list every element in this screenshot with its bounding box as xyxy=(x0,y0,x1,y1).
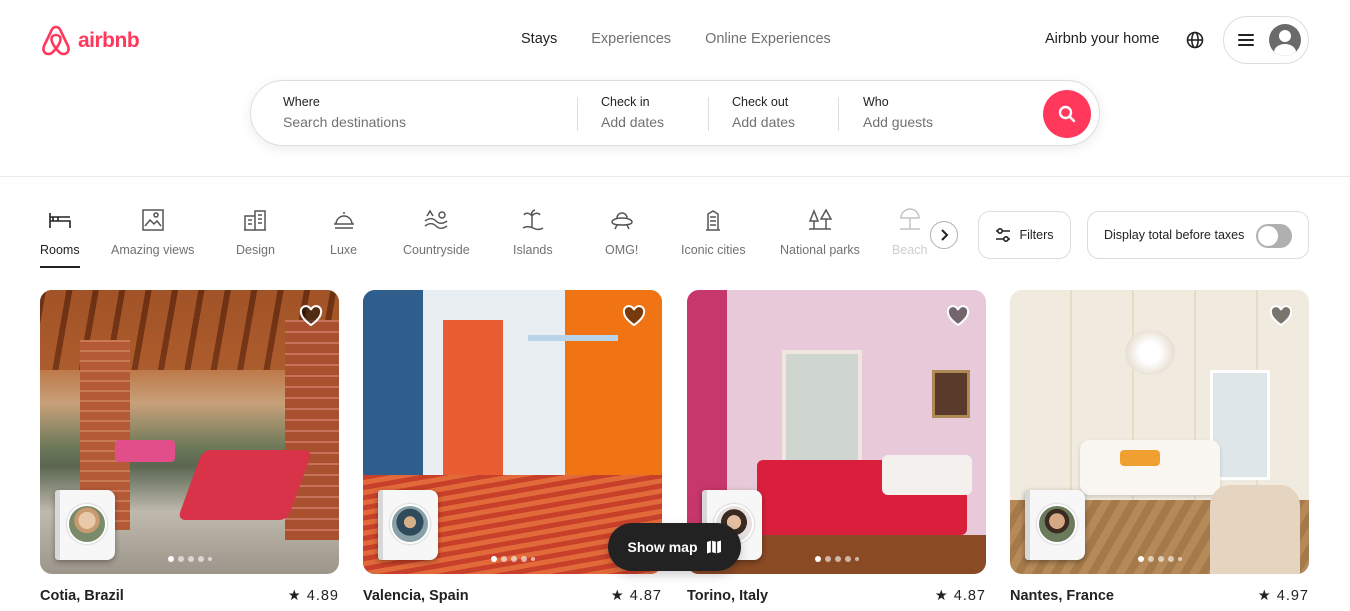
check-in-field[interactable]: Check in Add dates xyxy=(601,95,664,130)
listing-rating: ★ 4.97 xyxy=(1257,588,1309,604)
display-total-label: Display total before taxes xyxy=(1104,228,1245,242)
host-avatar xyxy=(67,504,107,544)
bed-icon xyxy=(48,213,71,228)
category-omg[interactable]: OMG! xyxy=(605,207,638,257)
photo-pagination-dots xyxy=(167,556,212,562)
category-next-button[interactable] xyxy=(930,221,958,249)
search-divider xyxy=(577,97,578,131)
category-label: Rooms xyxy=(40,243,80,257)
photo-pagination-dots xyxy=(490,556,535,562)
check-out-placeholder: Add dates xyxy=(732,114,796,130)
heart-icon[interactable] xyxy=(1269,305,1293,327)
listing-photo[interactable] xyxy=(1010,290,1309,574)
menu-icon xyxy=(1238,34,1254,46)
search-button[interactable] xyxy=(1043,90,1091,138)
host-card xyxy=(55,490,115,560)
category-iconic-cities[interactable]: Iconic cities xyxy=(681,207,746,257)
category-label: Iconic cities xyxy=(681,243,746,257)
check-in-label: Check in xyxy=(601,95,650,109)
nav-online-experiences[interactable]: Online Experiences xyxy=(705,31,831,47)
field-icon xyxy=(424,209,448,229)
listing-location: Torino, Italy xyxy=(687,588,769,604)
heart-icon[interactable] xyxy=(299,305,323,327)
check-out-field[interactable]: Check out Add dates xyxy=(732,95,795,130)
category-design[interactable]: Design xyxy=(236,207,275,257)
heart-icon[interactable] xyxy=(622,305,646,327)
category-label: National parks xyxy=(780,243,860,257)
palm-island-icon xyxy=(522,209,544,231)
category-bar: Rooms Amazing views Design Luxe Countrys… xyxy=(40,207,960,268)
nav-stays[interactable]: Stays xyxy=(521,31,557,47)
search-divider xyxy=(838,97,839,131)
category-rooms[interactable]: Rooms xyxy=(40,207,80,268)
search-divider xyxy=(708,97,709,131)
listing-location: Cotia, Brazil xyxy=(40,588,124,604)
search-bar: Where Search destinations Check in Add d… xyxy=(250,80,1100,146)
picture-icon xyxy=(141,209,164,231)
heart-icon[interactable] xyxy=(946,305,970,327)
who-field[interactable]: Who Add guests xyxy=(863,95,933,130)
category-label: Design xyxy=(236,243,275,257)
category-label: Islands xyxy=(513,243,553,257)
listing-rating: ★ 4.87 xyxy=(610,588,662,604)
nav-experiences[interactable]: Experiences xyxy=(591,31,671,47)
category-label: Beach xyxy=(892,243,928,257)
airbnb-your-home-link[interactable]: Airbnb your home xyxy=(1045,31,1159,47)
category-amazing-views[interactable]: Amazing views xyxy=(111,207,194,257)
where-field[interactable]: Where Search destinations xyxy=(283,95,406,130)
show-map-label: Show map xyxy=(627,539,698,555)
airbnb-logo[interactable]: airbnb xyxy=(40,24,140,58)
listing-photo[interactable] xyxy=(40,290,339,574)
who-placeholder: Add guests xyxy=(863,114,934,130)
listing-rating: ★ 4.87 xyxy=(934,588,986,604)
show-map-button[interactable]: Show map xyxy=(608,523,741,571)
photo-pagination-dots xyxy=(814,556,859,562)
ufo-icon xyxy=(610,212,633,230)
trees-icon xyxy=(808,208,833,230)
user-avatar-icon xyxy=(1269,24,1301,56)
building-icon xyxy=(244,210,267,231)
cloche-icon xyxy=(333,212,354,229)
category-national-parks[interactable]: National parks xyxy=(780,207,860,257)
airbnb-logo-icon xyxy=(42,25,70,56)
category-luxe[interactable]: Luxe xyxy=(330,207,357,257)
listing-rating: ★ 4.89 xyxy=(287,588,339,604)
beach-icon xyxy=(899,208,920,230)
search-icon xyxy=(1058,105,1076,123)
map-icon xyxy=(706,540,721,554)
where-label: Where xyxy=(283,95,320,109)
category-label: Luxe xyxy=(330,243,358,257)
host-avatar xyxy=(390,504,430,544)
listing-card[interactable]: Cotia, Brazil ★ 4.89 xyxy=(40,290,339,604)
check-out-label: Check out xyxy=(732,95,789,109)
globe-icon[interactable] xyxy=(1185,30,1205,50)
listing-location: Valencia, Spain xyxy=(363,588,469,604)
display-total-toggle-container: Display total before taxes xyxy=(1087,211,1309,259)
display-total-toggle[interactable] xyxy=(1256,224,1292,248)
header: airbnb Stays Experiences Online Experien… xyxy=(0,0,1350,177)
sliders-icon xyxy=(996,227,1011,243)
where-placeholder: Search destinations xyxy=(283,114,406,130)
category-label: Countryside xyxy=(403,243,470,257)
category-label: OMG! xyxy=(605,243,639,257)
photo-pagination-dots xyxy=(1137,556,1182,562)
top-nav: Stays Experiences Online Experiences xyxy=(521,31,831,47)
host-avatar xyxy=(1037,504,1077,544)
category-islands[interactable]: Islands xyxy=(513,207,553,257)
category-countryside[interactable]: Countryside xyxy=(403,207,470,257)
filters-label: Filters xyxy=(1019,228,1054,242)
filters-button[interactable]: Filters xyxy=(978,211,1071,259)
listing-location: Nantes, France xyxy=(1010,588,1114,604)
check-in-placeholder: Add dates xyxy=(601,114,665,130)
category-label: Amazing views xyxy=(111,243,195,257)
user-menu-button[interactable] xyxy=(1223,16,1309,64)
listing-card[interactable]: Nantes, France ★ 4.97 xyxy=(1010,290,1309,604)
brand-name: airbnb xyxy=(78,29,140,52)
host-card xyxy=(378,490,438,560)
who-label: Who xyxy=(863,95,889,109)
host-card xyxy=(1025,490,1085,560)
tower-icon xyxy=(706,210,721,231)
category-beach[interactable]: Beach xyxy=(892,207,927,257)
chevron-right-icon xyxy=(941,229,949,241)
